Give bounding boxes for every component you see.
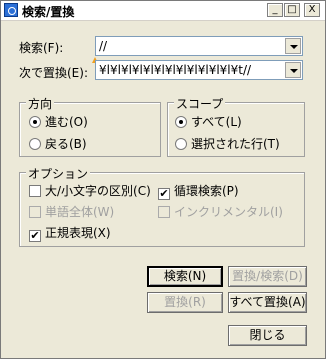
- replace-button[interactable]: 置換(R): [147, 292, 223, 313]
- checkbox-checked[interactable]: ✔: [29, 230, 41, 242]
- radio-scope-all[interactable]: すべて(L): [175, 113, 242, 130]
- radio-backward[interactable]: 戻る(B): [29, 135, 87, 152]
- wrap-search-label: 循環検索(P): [174, 184, 239, 198]
- checkbox-checked[interactable]: ✔: [158, 188, 170, 200]
- checkbox: [158, 206, 170, 218]
- chevron-down-icon[interactable]: [285, 62, 301, 78]
- maximize-button[interactable]: □: [284, 3, 300, 17]
- checkbox[interactable]: [29, 185, 41, 197]
- replace-input[interactable]: ¥l¥l¥l¥l¥l¥l¥l¥l¥l¥l¥l¥l¥t//: [99, 63, 279, 77]
- radio-forward[interactable]: 進む(O): [29, 113, 88, 130]
- replace-all-button[interactable]: すべて置換(A): [228, 292, 307, 313]
- checkbox-wrap-search[interactable]: ✔ 循環検索(P): [158, 182, 239, 200]
- radio-backward-label: 戻る(B): [45, 137, 87, 151]
- radio-button[interactable]: [29, 116, 41, 128]
- checkbox: [29, 206, 41, 218]
- replace-label: 次で置換(E):: [19, 66, 88, 80]
- radio-button[interactable]: [29, 138, 41, 150]
- find-button[interactable]: 検索(N): [147, 266, 223, 287]
- radio-button[interactable]: [175, 138, 187, 150]
- title-bar: 検索/置換 _ □ X: [1, 1, 325, 21]
- case-sensitive-label: 大/小文字の区別(C): [45, 184, 151, 198]
- minimize-button[interactable]: _: [267, 3, 283, 17]
- find-input[interactable]: //: [99, 39, 107, 53]
- direction-legend: 方向: [26, 95, 55, 112]
- checkbox-whole-word: 単語全体(W): [29, 203, 114, 220]
- radio-button[interactable]: [175, 116, 187, 128]
- find-replace-dialog: 検索/置換 _ □ X 検索(F): // 次で置換(E): ¥l¥l¥l¥l¥…: [0, 0, 326, 359]
- chevron-down-icon[interactable]: [285, 38, 301, 54]
- replace-find-button[interactable]: 置換/検索(D): [228, 266, 307, 287]
- regex-label: 正規表現(X): [45, 226, 111, 240]
- radio-scope-selected[interactable]: 選択された行(T): [175, 135, 280, 152]
- find-combo[interactable]: //: [95, 36, 303, 56]
- close-window-button[interactable]: X: [304, 3, 320, 17]
- scope-legend: スコープ: [174, 95, 226, 112]
- checkbox-case-sensitive[interactable]: 大/小文字の区別(C): [29, 182, 151, 199]
- checkbox-regex[interactable]: ✔ 正規表現(X): [29, 224, 111, 242]
- radio-scope-selected-label: 選択された行(T): [191, 137, 280, 151]
- find-label: 検索(F):: [19, 41, 64, 55]
- dialog-title: 検索/置換: [22, 5, 75, 19]
- options-legend: オプション: [26, 165, 91, 182]
- radio-scope-all-label: すべて(L): [191, 115, 242, 129]
- incremental-label: インクリメンタル(I): [174, 205, 283, 219]
- replace-combo[interactable]: ¥l¥l¥l¥l¥l¥l¥l¥l¥l¥l¥l¥l¥t//: [95, 60, 303, 80]
- checkbox-incremental: インクリメンタル(I): [158, 203, 283, 220]
- radio-forward-label: 進む(O): [45, 115, 88, 129]
- close-button[interactable]: 閉じる: [228, 325, 307, 346]
- search-icon: [4, 3, 18, 17]
- whole-word-label: 単語全体(W): [45, 205, 115, 219]
